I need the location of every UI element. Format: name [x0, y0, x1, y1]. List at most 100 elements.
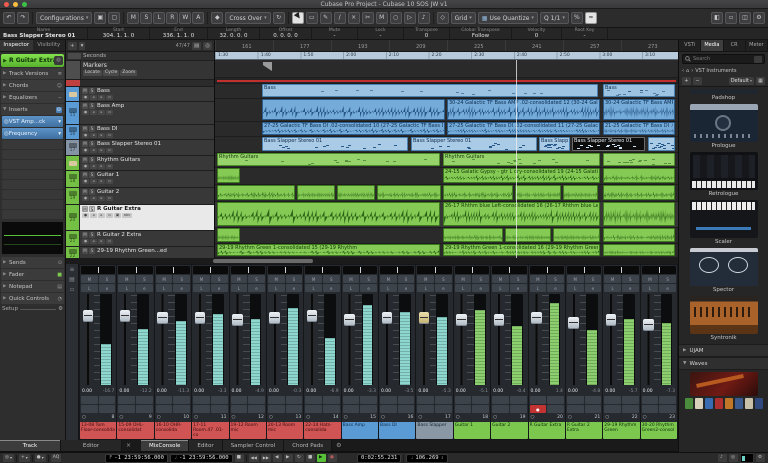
fader-value[interactable]: 0.00 — [269, 389, 279, 394]
clip[interactable] — [648, 137, 675, 151]
clip-30-24-galactic-tf-[interactable]: 30-24 Galactic TF Bass AMP .02-consolida… — [447, 99, 600, 120]
channel-function-button[interactable] — [547, 396, 564, 404]
track-visibility-icon[interactable]: ▤ — [192, 42, 201, 50]
record-enable-button[interactable]: ● — [82, 179, 89, 184]
locator-time-display[interactable]: ♩-1 23:59:56.000 — [170, 454, 233, 463]
track-row-r-guitar-extra[interactable]: 20MSR Guitar Extra●◂▸▭▣abv — [66, 205, 214, 231]
clip[interactable] — [337, 185, 375, 200]
solo-button[interactable]: S — [585, 275, 602, 283]
lower-zone-tab-sampler-control[interactable]: Sampler Control — [223, 440, 285, 451]
quantize-dropdown[interactable]: ▦Use Quantize▾ — [478, 12, 538, 24]
mute-tool[interactable]: M — [376, 12, 388, 24]
pan-control[interactable] — [193, 266, 227, 274]
record-enable-button[interactable] — [305, 405, 322, 413]
inspector-section-notepad[interactable]: ▶Notepad▤ — [1, 281, 64, 292]
edit-channel-button[interactable]: e — [286, 284, 303, 292]
listen-button[interactable]: L — [118, 284, 135, 292]
track-control-button[interactable]: abv — [122, 213, 132, 218]
fader[interactable] — [605, 294, 617, 385]
monitor-button[interactable] — [99, 405, 116, 413]
mute-button[interactable]: M — [82, 88, 88, 94]
channel-function-button[interactable] — [510, 396, 527, 404]
track-row-bass-amp[interactable]: 15MSBass Amp●◂▸▭ — [66, 102, 214, 125]
solo-button[interactable]: S — [323, 275, 340, 283]
lower-zone-tab-chord-pads[interactable]: Chord Pads — [284, 440, 332, 451]
clip-30-24-galactic-tf-[interactable]: 30-24 Galactic TF Bass AMP .02-con — [603, 99, 675, 120]
record-enable-button[interactable] — [492, 405, 509, 413]
view-mode-icon[interactable]: ▦ — [756, 77, 765, 85]
fader-value[interactable]: 0.00 — [568, 389, 578, 394]
grid-type-dropdown[interactable]: Grid▾ — [451, 12, 476, 24]
listen-button[interactable]: L — [231, 284, 248, 292]
snap-icon[interactable]: ◇ — [437, 12, 449, 24]
fader-value[interactable]: 0.00 — [306, 389, 316, 394]
find-track-icon[interactable]: ◎ — [203, 42, 212, 50]
channel-function-button[interactable] — [530, 396, 547, 404]
edit-channel-button[interactable]: e — [99, 284, 116, 292]
mute-button[interactable]: M — [417, 275, 434, 283]
lock-icon[interactable]: ▢ — [108, 12, 120, 24]
line-tool[interactable]: / — [334, 12, 346, 24]
channel-name-label[interactable]: 29-19 Rhythm Green — [603, 422, 639, 439]
channel-name-label[interactable]: 19-12 Room mic — [230, 422, 266, 439]
channel-function-button[interactable] — [248, 396, 265, 404]
clip-bass-slapper-stere[interactable]: Bass Slapper Stereo 01 — [411, 137, 537, 151]
monitor-button[interactable] — [659, 405, 676, 413]
listen-button[interactable]: L — [530, 284, 547, 292]
track-control-button[interactable]: ▸ — [98, 239, 105, 244]
solo-button[interactable]: S — [360, 275, 377, 283]
mute-button[interactable]: M — [82, 126, 88, 132]
channel-function-button[interactable] — [435, 396, 452, 404]
mute-button[interactable]: M — [455, 275, 472, 283]
solo-button[interactable]: S — [99, 275, 116, 283]
vst-instrument-card-padshop[interactable]: Padshop — [679, 89, 768, 102]
fader-cap[interactable] — [568, 317, 578, 329]
monitor-button[interactable] — [211, 405, 228, 413]
pan-control[interactable] — [231, 266, 265, 274]
fader-value[interactable]: 0.00 — [82, 389, 92, 394]
clip[interactable] — [443, 185, 513, 200]
edit-channel-button[interactable]: e — [398, 284, 415, 292]
listen-button[interactable]: L — [81, 284, 98, 292]
auto-scroll-icon[interactable]: ↻ — [273, 12, 285, 24]
track-control-button[interactable]: ▸ — [98, 164, 105, 169]
pan-control[interactable] — [492, 266, 526, 274]
inspector-selected-track[interactable]: ▶ R Guitar Extra ◎ — [1, 54, 64, 67]
fader-cap[interactable] — [232, 314, 242, 326]
audio-mode-dropdown[interactable]: ●▾ — [35, 454, 46, 462]
channel-name-label[interactable]: Bass Amp — [342, 422, 378, 439]
fader-value[interactable]: 0.00 — [456, 389, 466, 394]
info-field-global-transpose[interactable]: Global TransposeFollow — [450, 28, 512, 39]
marker-zoom-button[interactable]: Zoom — [120, 70, 137, 76]
channel-name-label[interactable]: Guitar 1 — [454, 422, 490, 439]
solo-button[interactable]: S — [173, 275, 190, 283]
clip-rhythm-guitars[interactable]: Rhythm Guitars — [217, 153, 440, 166]
right-zone-tab-vsti[interactable]: VSTi — [679, 40, 701, 51]
channel-function-button[interactable] — [622, 396, 639, 404]
pan-control[interactable] — [642, 266, 676, 274]
clip-29-19-rhythm-green[interactable]: 29-19 Rhythm Green 1-consolidated 15 (29… — [217, 244, 440, 256]
setup-gear-icon[interactable]: ⚙ — [58, 306, 63, 312]
channel-name-label[interactable]: Bass DI — [379, 422, 415, 439]
record-enable-button[interactable] — [380, 405, 397, 413]
redo-icon[interactable]: ↷ — [17, 12, 29, 24]
empty-insert-slot[interactable] — [2, 210, 63, 219]
fader[interactable] — [82, 294, 94, 385]
search-filter-icon[interactable] — [754, 56, 762, 63]
insert-slot-frequency[interactable]: ◎Frequency▾ — [2, 128, 63, 139]
solo-button[interactable]: S — [89, 189, 95, 195]
close-icon[interactable]: × — [122, 440, 135, 451]
channel-function-button[interactable] — [380, 396, 397, 404]
add-favorite-button[interactable]: + — [682, 77, 691, 85]
channel-function-button[interactable] — [193, 396, 210, 404]
window-layout-gear-icon[interactable]: ⚙ — [753, 12, 765, 24]
record-enable-button[interactable]: ● — [82, 95, 89, 100]
automation-icon[interactable]: ◆ — [211, 12, 223, 24]
record-enable-button[interactable] — [193, 405, 210, 413]
color-tool[interactable]: ♪ — [418, 12, 430, 24]
channel-function-button[interactable] — [343, 396, 360, 404]
clip[interactable] — [603, 202, 675, 226]
track-control-button[interactable]: ▸ — [98, 179, 105, 184]
lower-zone-toggle-icon[interactable]: ▫ — [725, 12, 737, 24]
info-field-lock[interactable]: Lock- — [358, 28, 404, 39]
